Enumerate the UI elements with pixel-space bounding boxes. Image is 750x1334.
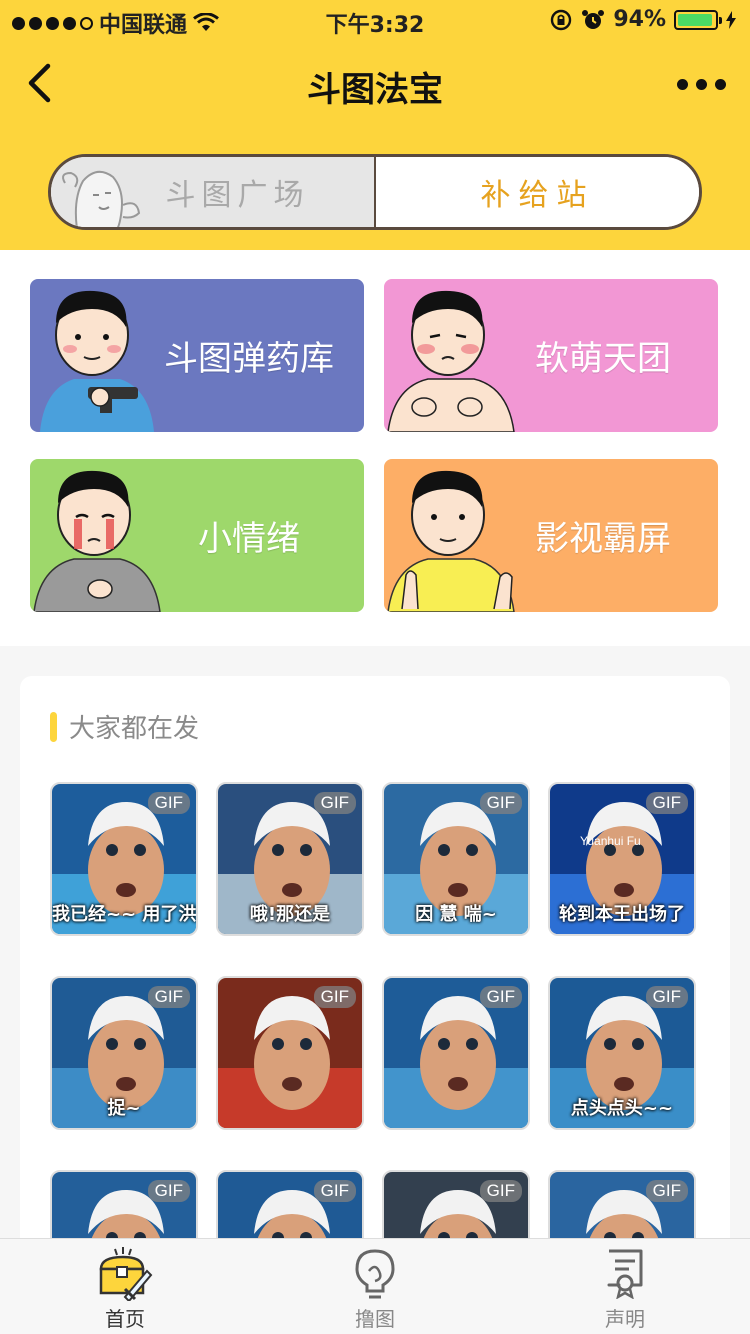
tab-make-label: 撸图 — [355, 1307, 395, 1331]
category-label: 影视霸屏 — [535, 519, 671, 559]
tab-statement-label: 声明 — [605, 1307, 645, 1331]
category-label: 小情绪 — [198, 519, 300, 559]
charging-icon — [726, 10, 736, 29]
gif-badge: GIF — [147, 986, 190, 1008]
tab-supply-station-label: 补给站 — [480, 178, 595, 213]
gif-badge: GIF — [313, 1180, 356, 1202]
gif-caption: 哦!那还是 — [249, 904, 331, 925]
tab-doutu-square-label: 斗图广场 — [165, 178, 310, 213]
mascot-icon — [62, 170, 141, 227]
gif-badge: GIF — [479, 1180, 522, 1202]
category-label: 斗图弹药库 — [164, 339, 334, 379]
section-title: 大家都在发 — [69, 714, 200, 744]
category-card-film[interactable]: 影视霸屏 — [384, 459, 718, 612]
category-card-mood[interactable]: 小情绪 — [30, 459, 364, 612]
battery-percent: 94% — [613, 7, 666, 32]
battery-icon — [674, 9, 722, 30]
gif-badge: GIF — [147, 792, 190, 814]
gif-badge: GIF — [645, 986, 688, 1008]
gif-caption: 我已经~~ 用了洪荒之力啦! — [52, 904, 197, 925]
status-right: 94% — [549, 7, 736, 32]
category-label: 软萌天团 — [535, 339, 671, 379]
section-accent-bar — [50, 711, 57, 742]
gif-badge: GIF — [479, 986, 522, 1008]
gif-caption: 捉~ — [107, 1098, 141, 1119]
gif-caption: 因 慧 喘~ — [415, 904, 497, 925]
certificate-icon — [595, 1245, 655, 1301]
gif-badge: GIF — [147, 1180, 190, 1202]
gif-thumbnail[interactable]: GIF 我已经~~ 用了洪荒之力啦! — [50, 782, 198, 936]
tab-supply-station[interactable]: 补给站 — [376, 157, 699, 227]
gif-thumbnail[interactable]: GIF 哦!那还是 — [216, 782, 364, 936]
tab-doutu-square[interactable]: 斗图广场 — [51, 157, 376, 227]
header: 中国联通 下午3:32 94% 斗图法宝 斗图广场 补给站 — [0, 0, 750, 250]
gif-badge: GIF — [479, 792, 522, 814]
category-card-cute[interactable]: 软萌天团 — [384, 279, 718, 432]
gif-thumbnail[interactable]: GIF 因 慧 喘~ — [382, 782, 530, 936]
category-section: 斗图弹药库 软萌天团 小情绪 影视霸屏 — [0, 250, 750, 646]
gif-caption: 轮到本王出场了 — [559, 904, 685, 925]
tab-bar: 首页 撸图 声明 — [0, 1238, 750, 1334]
lightbulb-icon — [345, 1245, 405, 1301]
gif-overlay-text: Yuanhui Fu — [580, 834, 641, 848]
gif-badge: GIF — [645, 1180, 688, 1202]
rotation-lock-icon — [551, 9, 572, 30]
gif-badge: GIF — [645, 792, 688, 814]
more-button[interactable] — [677, 66, 726, 102]
nav-bar: 斗图法宝 — [0, 40, 750, 128]
gif-thumbnail[interactable]: GIF — [216, 976, 364, 1130]
gif-badge: GIF — [313, 986, 356, 1008]
tab-make[interactable]: 撸图 — [250, 1239, 500, 1334]
status-bar: 中国联通 下午3:32 94% — [0, 0, 750, 40]
category-card-ammo[interactable]: 斗图弹药库 — [30, 279, 364, 432]
gif-thumbnail[interactable]: GIF 捉~ — [50, 976, 198, 1130]
gif-thumbnail[interactable]: GIF 点头点头~~ — [548, 976, 696, 1130]
alarm-icon — [582, 9, 605, 29]
more-dots-icon — [677, 78, 688, 90]
section-header: 大家都在发 — [50, 708, 199, 745]
tab-home[interactable]: 首页 — [0, 1239, 250, 1334]
popular-section: 大家都在发 GIF 我已经~~ 用了洪荒之力啦! GIF 哦!那还是 GIF 因 慧 喘~… — [20, 676, 730, 1334]
gif-thumbnail[interactable]: GIF — [382, 976, 530, 1130]
gif-badge: GIF — [313, 792, 356, 814]
gif-thumbnail[interactable]: GIF Yuanhui Fu 轮到本王出场了 — [548, 782, 696, 936]
gif-caption: 点头点头~~ — [570, 1098, 674, 1119]
tab-statement[interactable]: 声明 — [500, 1239, 750, 1334]
tab-home-label: 首页 — [105, 1307, 145, 1331]
treasure-chest-icon — [95, 1245, 155, 1301]
battery-level — [678, 13, 712, 26]
segment-control: 斗图广场 补给站 — [48, 154, 702, 230]
page-title: 斗图法宝 — [307, 70, 443, 110]
